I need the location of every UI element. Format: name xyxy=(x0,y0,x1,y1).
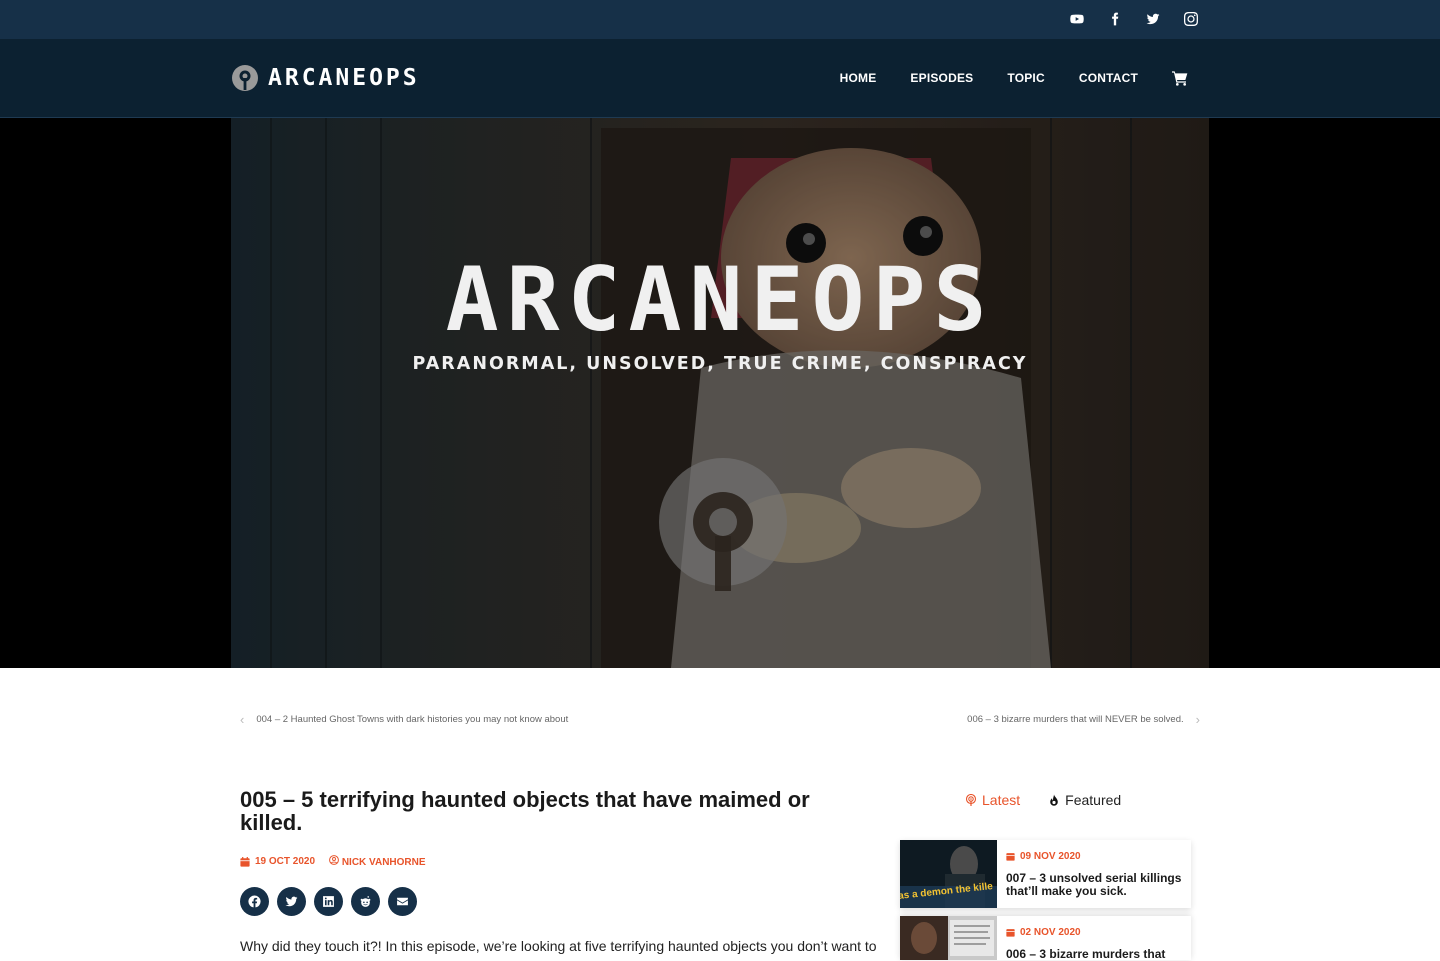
cart-icon[interactable] xyxy=(1172,70,1188,86)
share-reddit-button[interactable] xyxy=(351,887,380,916)
instagram-icon[interactable] xyxy=(1182,10,1200,28)
tab-latest-label: Latest xyxy=(982,792,1021,808)
post-navigation: ‹ 004 – 2 Haunted Ghost Towns with dark … xyxy=(240,712,1200,730)
next-post-link[interactable]: 006 – 3 bizarre murders that will NEVER … xyxy=(967,712,1200,727)
nav-topic[interactable]: TOPIC xyxy=(1007,71,1044,85)
youtube-icon[interactable] xyxy=(1068,10,1086,28)
user-icon xyxy=(329,855,339,865)
post-date: 09 NOV 2020 xyxy=(1006,851,1081,862)
nav-episodes[interactable]: EPISODES xyxy=(910,71,973,85)
calendar-icon xyxy=(240,856,250,867)
nav-contact[interactable]: CONTACT xyxy=(1079,71,1138,85)
post-title: 007 – 3 unsolved serial killings that’ll… xyxy=(1006,871,1182,898)
facebook-icon[interactable] xyxy=(1106,10,1124,28)
tab-latest[interactable]: Latest xyxy=(965,792,1020,808)
main-nav: HOME EPISODES TOPIC CONTACT xyxy=(840,70,1188,86)
post-thumbnail xyxy=(900,916,997,960)
share-buttons xyxy=(240,887,417,916)
fire-icon xyxy=(1050,794,1058,806)
sidebar-post-card[interactable]: 02 NOV 2020 006 – 3 bizarre murders that xyxy=(900,916,1191,961)
hero-tagline: PARANORMAL, UNSOLVED, TRUE CRIME, CONSPI… xyxy=(412,354,1028,374)
facebook-icon xyxy=(248,895,261,908)
share-email-button[interactable] xyxy=(388,887,417,916)
logo-mark-icon xyxy=(232,65,258,91)
prev-post-link[interactable]: ‹ 004 – 2 Haunted Ghost Towns with dark … xyxy=(240,712,568,727)
post-date: 02 NOV 2020 xyxy=(1006,927,1081,938)
tab-featured[interactable]: Featured xyxy=(1048,792,1121,808)
article-date: 19 OCT 2020 xyxy=(240,855,315,868)
sidebar-tabs: Latest Featured xyxy=(965,792,1121,808)
podcast-icon xyxy=(965,794,977,806)
hero-image: ARCANEOPS PARANORMAL, UNSOLVED, TRUE CRI… xyxy=(231,118,1209,668)
calendar-icon xyxy=(1006,853,1015,861)
chevron-left-icon: ‹ xyxy=(240,712,245,727)
article-author-name: NICK VANHORNE xyxy=(341,857,426,868)
share-linkedin-button[interactable] xyxy=(314,887,343,916)
article-intro: Why did they touch it?! In this episode,… xyxy=(240,938,877,954)
hero-title: ARCANEOPS xyxy=(445,248,995,351)
twitter-icon xyxy=(285,896,298,907)
top-social-bar xyxy=(0,0,1440,39)
post-title: 006 – 3 bizarre murders that xyxy=(1006,947,1166,961)
next-post-title: 006 – 3 bizarre murders that will NEVER … xyxy=(967,714,1184,725)
article-author[interactable]: NICK VANHORNE xyxy=(329,855,426,868)
nav-home[interactable]: HOME xyxy=(840,71,877,85)
article-date-text: 19 OCT 2020 xyxy=(255,856,316,867)
post-date-text: 02 NOV 2020 xyxy=(1020,927,1081,938)
email-icon xyxy=(397,897,408,906)
chevron-right-icon: › xyxy=(1195,712,1200,727)
logo-text: ARCANEOPS xyxy=(268,65,420,91)
calendar-icon xyxy=(1006,929,1015,937)
tab-featured-label: Featured xyxy=(1065,792,1122,808)
hero-banner: ARCANEOPS PARANORMAL, UNSOLVED, TRUE CRI… xyxy=(0,118,1440,668)
share-twitter-button[interactable] xyxy=(277,887,306,916)
share-facebook-button[interactable] xyxy=(240,887,269,916)
site-header: ARCANEOPS HOME EPISODES TOPIC CONTACT xyxy=(0,39,1440,118)
post-date-text: 09 NOV 2020 xyxy=(1020,851,1081,862)
post-thumbnail: as a demon the kille xyxy=(900,840,997,908)
social-links xyxy=(1068,10,1200,28)
article-meta: 19 OCT 2020 NICK VANHORNE xyxy=(240,855,426,868)
linkedin-icon xyxy=(323,896,334,907)
twitter-icon[interactable] xyxy=(1144,10,1162,28)
sidebar-post-card[interactable]: as a demon the kille 09 NOV 2020 007 – 3… xyxy=(900,840,1191,908)
reddit-icon xyxy=(360,896,371,907)
site-logo[interactable]: ARCANEOPS xyxy=(231,64,420,92)
article-title: 005 – 5 terrifying haunted objects that … xyxy=(240,787,810,835)
prev-post-title: 004 – 2 Haunted Ghost Towns with dark hi… xyxy=(256,714,569,725)
